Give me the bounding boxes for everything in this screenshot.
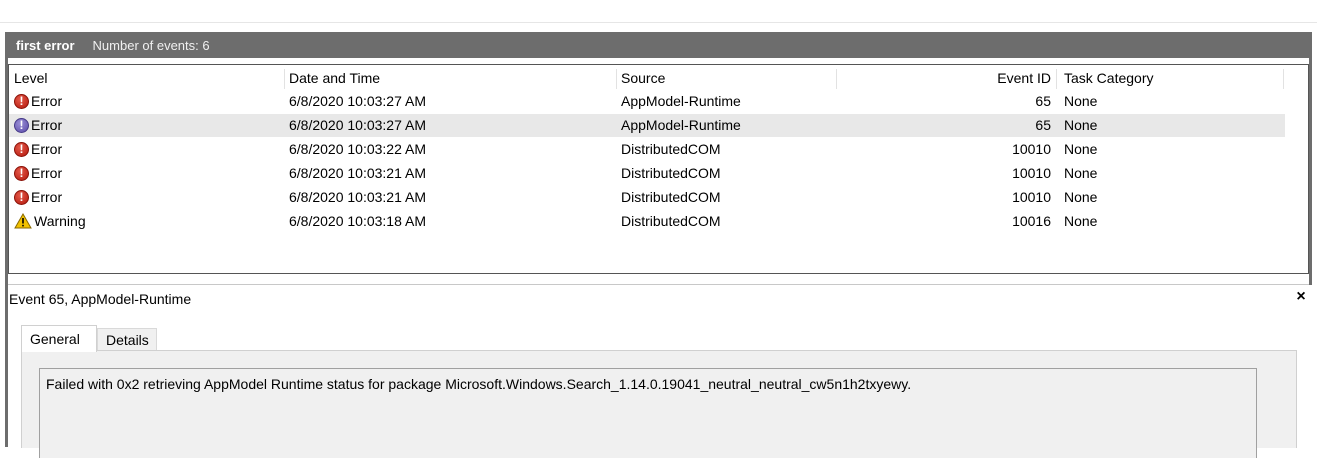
task-category-cell: None [1064, 117, 1098, 133]
column-header-event-id[interactable]: Event ID [929, 67, 1051, 89]
date-time-cell: 6/8/2020 10:03:18 AM [289, 213, 426, 229]
event-detail-pane: Event 65, AppModel-Runtime × General Det… [8, 284, 1311, 458]
event-message-text: Failed with 0x2 retrieving AppModel Runt… [46, 376, 912, 392]
error-icon: ! [14, 165, 29, 181]
column-divider[interactable] [1056, 69, 1057, 89]
source-cell: DistributedCOM [621, 213, 721, 229]
source-cell: DistributedCOM [621, 165, 721, 181]
level-cell: ! Error [14, 90, 62, 112]
level-text: Error [31, 189, 63, 205]
view-name: first error [16, 37, 75, 53]
tab-details[interactable]: Details [97, 328, 157, 351]
date-time-cell: 6/8/2020 10:03:21 AM [289, 165, 426, 181]
table-row[interactable]: ! Error 6/8/2020 10:03:27 AM AppModel-Runti… [9, 114, 1285, 137]
error-icon: ! [14, 189, 29, 205]
event-id-cell: 65 [1035, 117, 1051, 133]
table-row[interactable]: ! Error 6/8/2020 10:03:22 AM DistributedCOM… [9, 138, 1285, 161]
error-icon: ! [14, 141, 29, 157]
task-category-cell: None [1064, 189, 1098, 205]
event-id-cell: 10016 [1012, 213, 1051, 229]
level-text: Error [31, 93, 63, 109]
error-icon: ! [14, 117, 29, 133]
task-category-cell: None [1064, 213, 1098, 229]
top-strip [0, 0, 1317, 23]
tab-general[interactable]: General [21, 325, 97, 352]
date-time-cell: 6/8/2020 10:03:27 AM [289, 93, 426, 109]
column-divider[interactable] [616, 69, 617, 89]
source-cell: DistributedCOM [621, 141, 721, 157]
task-category-cell: None [1064, 93, 1098, 109]
level-text: Error [31, 141, 63, 157]
level-cell: Warning [14, 210, 86, 232]
event-id-cell: 10010 [1012, 189, 1051, 205]
event-message-box[interactable]: Failed with 0x2 retrieving AppModel Runt… [39, 368, 1257, 458]
column-header-date[interactable]: Date and Time [289, 67, 380, 89]
event-id-cell: 10010 [1012, 165, 1051, 181]
column-header-task-category[interactable]: Task Category [1064, 67, 1153, 89]
column-divider[interactable] [284, 69, 285, 89]
source-cell: AppModel-Runtime [621, 117, 741, 133]
level-text: Error [31, 165, 63, 181]
event-id-cell: 10010 [1012, 141, 1051, 157]
right-frame-border [1309, 58, 1312, 285]
level-cell: ! Error [14, 138, 62, 160]
level-cell: ! Error [14, 114, 62, 136]
date-time-cell: 6/8/2020 10:03:22 AM [289, 141, 426, 157]
table-row[interactable]: ! Error 6/8/2020 10:03:21 AM DistributedCOM… [9, 162, 1285, 185]
level-text: Warning [34, 213, 86, 229]
column-divider[interactable] [1283, 69, 1284, 89]
close-icon[interactable]: × [1291, 288, 1311, 306]
column-header-row: Level Date and Time Source Event ID Task… [9, 67, 1289, 89]
events-list-panel: Level Date and Time Source Event ID Task… [8, 64, 1309, 274]
detail-title: Event 65, AppModel-Runtime [9, 291, 192, 307]
level-text: Error [31, 117, 63, 133]
level-cell: ! Error [14, 162, 62, 184]
view-title-bar: first error Number of events: 6 [5, 32, 1312, 58]
column-header-source[interactable]: Source [621, 67, 665, 89]
date-time-cell: 6/8/2020 10:03:27 AM [289, 117, 426, 133]
warning-icon [14, 213, 32, 229]
task-category-cell: None [1064, 141, 1098, 157]
event-id-cell: 65 [1035, 93, 1051, 109]
source-cell: DistributedCOM [621, 189, 721, 205]
error-icon: ! [14, 93, 29, 109]
source-cell: AppModel-Runtime [621, 93, 741, 109]
table-row[interactable]: Warning 6/8/2020 10:03:18 AM DistributedCO… [9, 210, 1285, 233]
table-row[interactable]: ! Error 6/8/2020 10:03:21 AM DistributedCOM… [9, 186, 1285, 209]
task-category-cell: None [1064, 165, 1098, 181]
date-time-cell: 6/8/2020 10:03:21 AM [289, 189, 426, 205]
event-count: Number of events: 6 [92, 37, 210, 53]
table-row[interactable]: ! Error 6/8/2020 10:03:27 AM AppModel-Runti… [9, 90, 1285, 113]
column-header-level[interactable]: Level [14, 67, 47, 89]
column-divider[interactable] [836, 69, 837, 89]
level-cell: ! Error [14, 186, 62, 208]
general-tab-body: Failed with 0x2 retrieving AppModel Runt… [21, 350, 1297, 458]
